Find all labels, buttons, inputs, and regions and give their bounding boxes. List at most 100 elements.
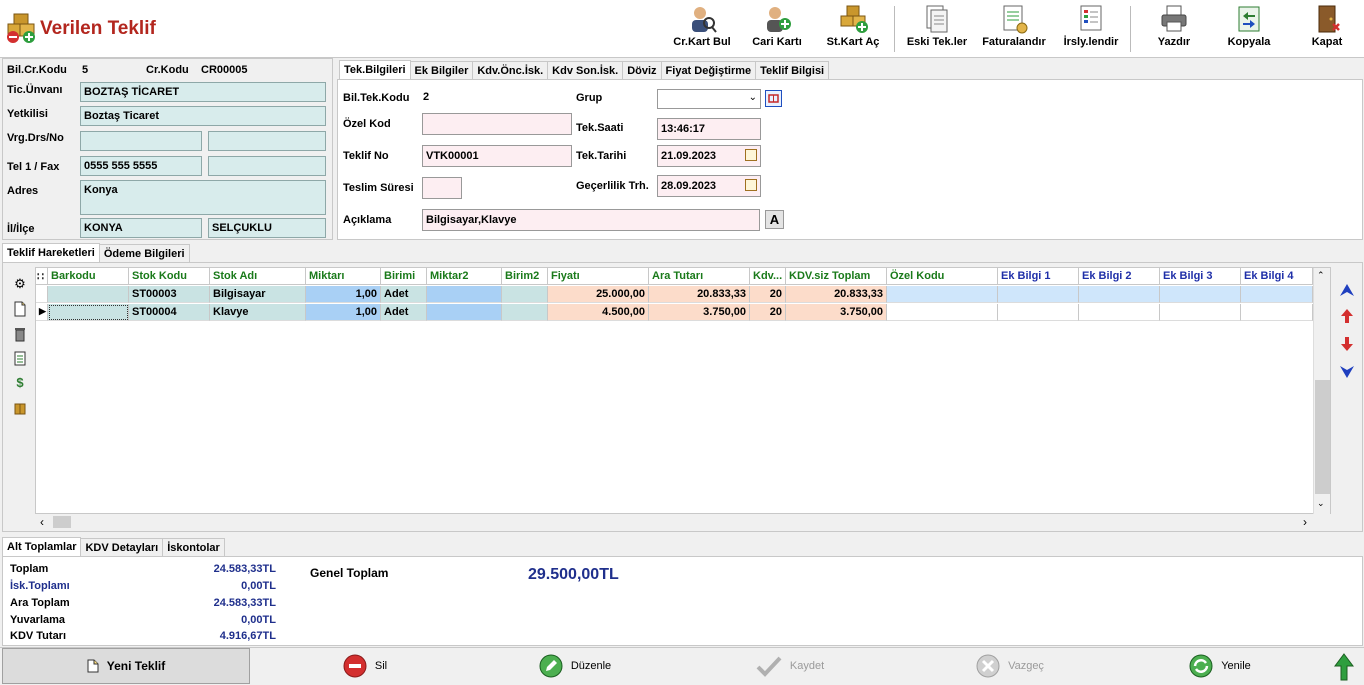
calendar-icon[interactable] bbox=[745, 149, 757, 161]
scroll-up-icon[interactable]: ⌃ bbox=[1317, 270, 1325, 281]
sil-button[interactable]: Sil bbox=[330, 648, 400, 684]
cell-ek-bilgi-3[interactable] bbox=[1160, 286, 1241, 303]
cell-birimi[interactable]: Adet bbox=[381, 286, 427, 303]
cell-fiyati[interactable]: 4.500,00 bbox=[548, 304, 649, 321]
cell-birim2[interactable] bbox=[502, 286, 548, 303]
column-header-stok-adi[interactable]: Stok Adı bbox=[210, 268, 306, 285]
cell-ek-bilgi-3[interactable] bbox=[1160, 304, 1241, 321]
toolbar-kapat-button[interactable]: Kapat bbox=[1298, 4, 1356, 54]
toolbar-faturalandir-button[interactable]: Faturalandır bbox=[976, 4, 1052, 54]
ozel-kod-field[interactable] bbox=[422, 113, 572, 135]
toolbar-st-kart-ac-button[interactable]: St.Kart Aç bbox=[820, 4, 886, 54]
cell-ek-bilgi-2[interactable] bbox=[1079, 304, 1160, 321]
move-last-icon[interactable] bbox=[1338, 362, 1356, 383]
cell-miktar2[interactable] bbox=[427, 304, 502, 321]
vazgec-button[interactable]: Vazgeç bbox=[965, 648, 1055, 684]
cell-stok-adi[interactable]: Klavye bbox=[210, 304, 306, 321]
gecerlilik-field[interactable]: 28.09.2023 bbox=[657, 175, 761, 197]
grup-add-button[interactable] bbox=[765, 90, 782, 107]
table-row[interactable]: ST00003 Bilgisayar 1,00 Adet 25.000,00 2… bbox=[36, 286, 1313, 303]
toolbar-irsalyelendir-button[interactable]: İrsly.lendir bbox=[1055, 4, 1127, 54]
yetkilisi-field[interactable]: Boztaş Ticaret bbox=[80, 106, 326, 126]
move-down-icon[interactable] bbox=[1338, 335, 1356, 356]
cell-ek-bilgi-1[interactable] bbox=[998, 304, 1079, 321]
column-header-ek-bilgi-1[interactable]: Ek Bilgi 1 bbox=[998, 268, 1079, 285]
cell-birim2[interactable] bbox=[502, 304, 548, 321]
tek-tarihi-field[interactable]: 21.09.2023 bbox=[657, 145, 761, 167]
new-document-icon[interactable] bbox=[12, 301, 28, 317]
move-first-icon[interactable] bbox=[1338, 282, 1356, 303]
cell-kdvsiz-toplam[interactable]: 3.750,00 bbox=[786, 304, 887, 321]
column-header-birimi[interactable]: Birimi bbox=[381, 268, 427, 285]
yeni-teklif-button[interactable]: Yeni Teklif bbox=[2, 648, 250, 684]
column-header-ozel-kodu[interactable]: Özel Kodu bbox=[887, 268, 998, 285]
tab-tek-bilgileri[interactable]: Tek.Bilgileri bbox=[339, 60, 411, 81]
scroll-top-arrow-icon[interactable] bbox=[1333, 652, 1355, 685]
yenile-button[interactable]: Yenile bbox=[1180, 648, 1260, 684]
cell-ek-bilgi-1[interactable] bbox=[998, 286, 1079, 303]
gear-icon[interactable]: ⚙ bbox=[12, 276, 28, 292]
aciklama-field[interactable]: Bilgisayar,Klavye bbox=[422, 209, 760, 231]
cell-ara-tutari[interactable]: 20.833,33 bbox=[649, 286, 750, 303]
grup-select[interactable]: ⌄ bbox=[657, 89, 761, 109]
adres-field[interactable]: Konya bbox=[80, 180, 326, 215]
tab-alt-toplamlar[interactable]: Alt Toplamlar bbox=[2, 537, 82, 558]
table-row[interactable]: ▶ ST00004 Klavye 1,00 Adet 4.500,00 3.75… bbox=[36, 304, 1313, 321]
toolbar-yazdir-button[interactable]: Yazdır bbox=[1145, 4, 1203, 54]
kaydet-button[interactable]: Kaydet bbox=[745, 648, 835, 684]
cell-fiyati[interactable]: 25.000,00 bbox=[548, 286, 649, 303]
column-header-fiyati[interactable]: Fiyatı bbox=[548, 268, 649, 285]
trash-icon[interactable] bbox=[12, 326, 28, 342]
edit-document-icon[interactable] bbox=[12, 350, 28, 366]
duzenle-button[interactable]: Düzenle bbox=[530, 648, 620, 684]
tek-saati-field[interactable]: 13:46:17 bbox=[657, 118, 761, 140]
cell-kdvsiz-toplam[interactable]: 20.833,33 bbox=[786, 286, 887, 303]
dollar-icon[interactable]: $ bbox=[12, 375, 28, 391]
column-header-birim2[interactable]: Birim2 bbox=[502, 268, 548, 285]
vertical-scroll-thumb[interactable] bbox=[1315, 380, 1330, 494]
teklif-no-field[interactable]: VTK00001 bbox=[422, 145, 572, 167]
tab-teklif-hareketleri[interactable]: Teklif Hareketleri bbox=[2, 243, 100, 264]
column-header-barkodu[interactable]: Barkodu bbox=[48, 268, 129, 285]
column-header-stok-kodu[interactable]: Stok Kodu bbox=[129, 268, 210, 285]
move-up-icon[interactable] bbox=[1338, 307, 1356, 328]
cell-miktari[interactable]: 1,00 bbox=[306, 286, 381, 303]
cell-miktari[interactable]: 1,00 bbox=[306, 304, 381, 321]
cell-ek-bilgi-4[interactable] bbox=[1241, 286, 1313, 303]
vertical-scrollbar[interactable]: ⌃ ⌄ bbox=[1313, 268, 1330, 514]
fax-field[interactable] bbox=[208, 156, 326, 176]
column-header-kdvsiz-toplam[interactable]: KDV.siz Toplam bbox=[786, 268, 887, 285]
toolbar-cari-karti-button[interactable]: Cari Kartı bbox=[745, 4, 809, 54]
cell-ek-bilgi-4[interactable] bbox=[1241, 304, 1313, 321]
column-header-ek-bilgi-4[interactable]: Ek Bilgi 4 bbox=[1241, 268, 1313, 285]
cell-stok-adi[interactable]: Bilgisayar bbox=[210, 286, 306, 303]
horizontal-scroll-thumb[interactable] bbox=[53, 516, 71, 528]
cell-stok-kodu[interactable]: ST00004 bbox=[129, 304, 210, 321]
toolbar-kopyala-button[interactable]: Kopyala bbox=[1220, 4, 1278, 54]
calendar-icon[interactable] bbox=[745, 179, 757, 191]
cell-birimi[interactable]: Adet bbox=[381, 304, 427, 321]
tic-unvani-field[interactable]: BOZTAŞ TİCARET bbox=[80, 82, 326, 102]
cell-barkodu[interactable] bbox=[48, 286, 129, 303]
teslim-suresi-field[interactable] bbox=[422, 177, 462, 199]
column-header-ara-tutari[interactable]: Ara Tutarı bbox=[649, 268, 750, 285]
cell-barkodu[interactable] bbox=[48, 304, 129, 321]
tel-field[interactable]: 0555 555 5555 bbox=[80, 156, 202, 176]
column-header-miktari[interactable]: Miktarı bbox=[306, 268, 381, 285]
column-header-ek-bilgi-3[interactable]: Ek Bilgi 3 bbox=[1160, 268, 1241, 285]
cell-ozel-kodu[interactable] bbox=[887, 286, 998, 303]
column-header-kdv[interactable]: Kdv... bbox=[750, 268, 786, 285]
scroll-right-icon[interactable]: › bbox=[1303, 515, 1307, 529]
il-field[interactable]: KONYA bbox=[80, 218, 202, 238]
cell-miktar2[interactable] bbox=[427, 286, 502, 303]
ilce-field[interactable]: SELÇUKLU bbox=[208, 218, 326, 238]
vergi-dairesi-field[interactable] bbox=[80, 131, 202, 151]
aciklama-font-button[interactable]: A bbox=[765, 210, 784, 229]
toolbar-cr-kart-bul-button[interactable]: Cr.Kart Bul bbox=[670, 4, 734, 54]
horizontal-scrollbar[interactable]: ‹ › bbox=[36, 514, 1313, 530]
column-header-ek-bilgi-2[interactable]: Ek Bilgi 2 bbox=[1079, 268, 1160, 285]
package-icon[interactable] bbox=[12, 400, 28, 416]
cell-ek-bilgi-2[interactable] bbox=[1079, 286, 1160, 303]
cell-stok-kodu[interactable]: ST00003 bbox=[129, 286, 210, 303]
scroll-left-icon[interactable]: ‹ bbox=[40, 515, 44, 529]
